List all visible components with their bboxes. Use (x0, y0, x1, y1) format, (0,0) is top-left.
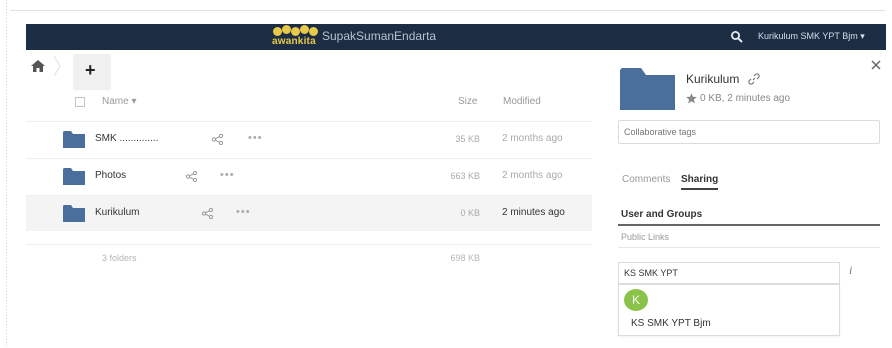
avatar: K (624, 289, 648, 311)
share-suggestion-item[interactable]: K KS SMK YPT Bjm (618, 284, 840, 336)
logo-dot (300, 25, 309, 34)
tab-sharing[interactable]: Sharing (681, 174, 719, 190)
more-options-icon[interactable]: ••• (236, 206, 251, 218)
sidebar-meta: 0 KB, 2 minutes ago (700, 93, 791, 104)
user-menu[interactable]: Kurikulum SMK YPT Bjm ▾ (758, 31, 865, 42)
search-icon[interactable] (730, 30, 744, 44)
folder-preview-icon (620, 68, 675, 110)
star-icon[interactable] (686, 93, 697, 104)
file-modified: 2 minutes ago (502, 207, 565, 218)
file-row[interactable]: Photos ••• 663 KB 2 months ago (26, 158, 592, 194)
sidebar-title: Kurikulum (686, 72, 740, 86)
subtab-public-links[interactable]: Public Links (618, 228, 880, 248)
home-icon[interactable] (31, 60, 45, 72)
share-icon[interactable] (186, 171, 197, 182)
top-divider (10, 10, 885, 11)
logo-dot (273, 27, 282, 36)
page-left-edge (0, 0, 10, 348)
file-modified: 2 months ago (502, 133, 563, 144)
breadcrumb-separator-icon (53, 56, 61, 76)
more-options-icon[interactable]: ••• (248, 132, 263, 144)
app-header: awankita SupakSumanEndarta Kurikulum SMK… (26, 24, 886, 50)
folder-count: 3 folders (102, 253, 137, 263)
more-options-icon[interactable]: ••• (220, 169, 235, 181)
plus-icon: + (85, 60, 96, 80)
folder-icon (63, 131, 85, 148)
file-list-header: Name ▾ Size Modified (26, 92, 592, 114)
logo-text: awankita (272, 36, 316, 47)
subtab-label: User and Groups (621, 209, 703, 220)
logo-dot (282, 25, 291, 34)
app-logo[interactable]: awankita (270, 25, 320, 49)
subtab-label: Public Links (621, 232, 670, 242)
folder-icon (63, 168, 85, 185)
file-name[interactable]: Kurikulum (95, 207, 139, 218)
user-name: Kurikulum SMK YPT Bjm (758, 31, 858, 41)
tab-comments[interactable]: Comments (622, 174, 670, 185)
column-modified[interactable]: Modified (503, 96, 541, 107)
column-size[interactable]: Size (458, 96, 477, 107)
collaborative-tags-input[interactable] (618, 120, 880, 144)
file-name[interactable]: SMK .............. (95, 133, 158, 144)
file-list-summary: 3 folders 698 KB (26, 244, 592, 268)
file-modified: 2 months ago (502, 170, 563, 181)
close-icon[interactable] (871, 60, 881, 70)
logo-dot (309, 27, 318, 36)
link-icon[interactable] (748, 73, 760, 85)
subtab-user-and-groups[interactable]: User and Groups (618, 206, 880, 226)
file-size: 663 KB (450, 171, 480, 181)
file-size: 0 KB (460, 208, 480, 218)
select-all-checkbox[interactable] (75, 97, 85, 107)
share-icon[interactable] (212, 134, 223, 145)
file-size: 35 KB (455, 134, 480, 144)
column-name[interactable]: Name ▾ (102, 96, 136, 107)
total-size: 698 KB (450, 253, 480, 263)
share-icon[interactable] (202, 208, 213, 219)
share-with-input[interactable] (618, 262, 840, 284)
folder-icon (63, 205, 85, 222)
suggestion-name: KS SMK YPT Bjm (631, 318, 711, 329)
file-row[interactable]: Kurikulum ••• 0 KB 2 minutes ago (26, 195, 592, 231)
logo-dot (291, 27, 300, 36)
chevron-down-icon: ▾ (860, 31, 865, 41)
info-icon[interactable]: i (849, 263, 852, 278)
file-name[interactable]: Photos (95, 170, 126, 181)
file-row[interactable]: SMK .............. ••• 35 KB 2 months ag… (26, 121, 592, 157)
app-title: SupakSumanEndarta (322, 29, 437, 43)
new-button[interactable]: + (73, 54, 111, 90)
